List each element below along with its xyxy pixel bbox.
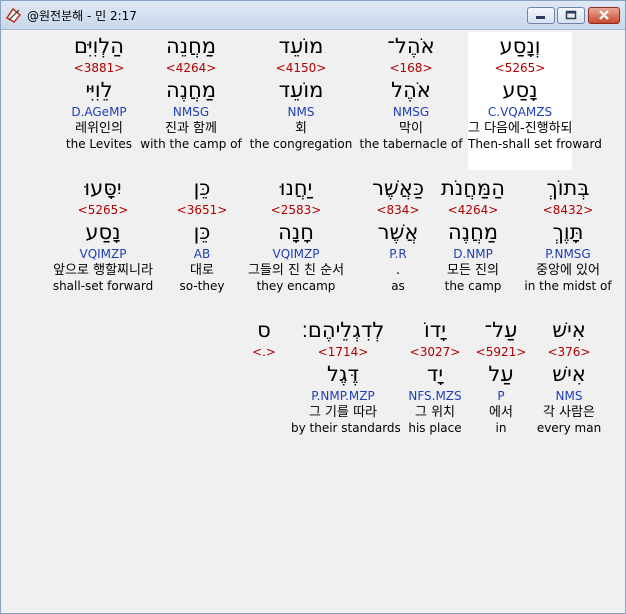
- english-gloss: [212, 421, 316, 436]
- word-cell[interactable]: וְנָסַע <5265> נָסַע C.VQAMZS 그 다음에-진행하되…: [468, 32, 602, 170]
- korean-gloss: 그 위치: [414, 405, 455, 420]
- lemma-word: תָּוֶךְ: [552, 220, 584, 244]
- parse-code: NFS.MZS: [408, 389, 462, 403]
- strong-number[interactable]: <8432>: [516, 202, 620, 218]
- english-gloss: the Levites: [65, 137, 133, 151]
- close-button[interactable]: [588, 7, 620, 24]
- lemma-word: [212, 360, 316, 388]
- korean-gloss: 중앙에 있어: [536, 263, 600, 278]
- app-icon: [5, 7, 22, 24]
- parse-code: D.AGeMP: [71, 105, 127, 119]
- parse-code: NMSG: [392, 105, 430, 119]
- hebrew-word: יִסָּעוּ: [84, 176, 122, 200]
- word-cell[interactable]: הַלְוִיִּם <3881> לֵוִיִּי D.AGeMP 레위인의 …: [47, 32, 151, 152]
- strong-number[interactable]: <4264>: [139, 60, 243, 76]
- strong-number[interactable]: <4150>: [249, 60, 353, 76]
- word-cell[interactable]: מוֹעֵד <4150> מוֹעֵד NMS 회 the congregat…: [249, 32, 353, 152]
- hebrew-word: בְּתוֹךְ: [546, 176, 590, 200]
- lemma-word: נָסַע: [502, 78, 538, 102]
- word-cell[interactable]: מַחֲנֵה <4264> מַחֲנֶה NMSG 진과 함께 with t…: [139, 32, 243, 152]
- lemma-word: כֵּן: [193, 220, 211, 244]
- hebrew-word: יַחֲנוּ: [279, 176, 313, 200]
- korean-gloss: .: [395, 263, 401, 278]
- minimize-button[interactable]: [527, 7, 555, 24]
- english-gloss: shall-set forward: [52, 279, 154, 293]
- maximize-icon: [565, 10, 577, 20]
- word-cell[interactable]: יִסָּעוּ <5265> נָסַע VQIMZP 앞으로 행할찌니라 s…: [51, 174, 155, 294]
- korean-gloss: 그들의 진 친 순서: [247, 263, 345, 278]
- korean-gloss: [212, 404, 316, 421]
- parse-code: NMSG: [172, 105, 210, 119]
- word-cell[interactable]: יַחֲנוּ <2583> חָנָה VQIMZP 그들의 진 친 순서 t…: [244, 174, 348, 294]
- strong-number[interactable]: <3881>: [47, 60, 151, 76]
- app-window: @원전분해 - 민 2:17 וְנָסַע <5265> נָסַע C.VQ…: [0, 0, 626, 614]
- lemma-word: חָנָה: [278, 220, 314, 244]
- strong-number[interactable]: <5265>: [51, 202, 155, 218]
- strong-number[interactable]: <834>: [346, 202, 450, 218]
- word-cell[interactable]: אֹהֶל־ <168> אֹהֶל NMSG 막이 the tabernacl…: [359, 32, 463, 152]
- korean-gloss: 대로: [190, 263, 214, 278]
- window-title: @원전분해 - 민 2:17: [27, 9, 137, 23]
- minimize-icon: [536, 16, 545, 19]
- lemma-word: לֵוִיִּי: [85, 78, 113, 102]
- lemma-word: יָד: [426, 362, 444, 386]
- parse-code: P.NMSG: [545, 247, 591, 261]
- hebrew-word: כַּאֲשֶׁר: [372, 176, 424, 200]
- maximize-button[interactable]: [557, 7, 585, 24]
- parse-code: [212, 388, 316, 404]
- strong-number[interactable]: <3027>: [383, 344, 487, 360]
- strong-number[interactable]: <3651>: [150, 202, 254, 218]
- close-icon: [599, 10, 609, 20]
- parse-code: NMS: [287, 105, 315, 119]
- hebrew-word: הַלְוִיִּם: [73, 34, 124, 58]
- korean-gloss: 막이: [399, 121, 423, 136]
- parse-code: P.R: [389, 247, 407, 261]
- strong-number[interactable]: <168>: [359, 60, 463, 76]
- lemma-word: מוֹעֵד: [278, 78, 324, 102]
- word-cell[interactable]: כֵּן <3651> כֵּן AB 대로 so-they: [150, 174, 254, 294]
- word-cell[interactable]: כַּאֲשֶׁר <834> אֲשֶׁר P.R . as: [346, 174, 450, 294]
- hebrew-word: ס: [257, 318, 271, 342]
- parse-code: VQIMZP: [272, 247, 320, 261]
- strong-number[interactable]: <.>: [212, 344, 316, 360]
- lemma-word: נָסַע: [85, 220, 121, 244]
- english-gloss: in the midst of: [524, 279, 612, 293]
- korean-gloss: 회: [295, 121, 307, 136]
- english-gloss: the tabernacle of: [359, 137, 463, 151]
- strong-number[interactable]: <5265>: [468, 60, 572, 76]
- parse-code: AB: [193, 247, 211, 261]
- interlinear-panel: וְנָסַע <5265> נָסַע C.VQAMZS 그 다음에-진행하되…: [7, 30, 617, 608]
- english-gloss: Then-shall set froward: [468, 137, 602, 151]
- parse-code: C.VQAMZS: [487, 105, 553, 119]
- korean-gloss: 앞으로 행할찌니라: [53, 263, 153, 278]
- hebrew-word: אֹהֶל־: [387, 34, 435, 58]
- hebrew-word: מַחֲנֵה: [165, 34, 217, 58]
- hebrew-word: יָדוֹ: [424, 318, 446, 342]
- korean-gloss: 레위인의: [75, 121, 123, 136]
- english-gloss: the congregation: [249, 137, 353, 151]
- parse-code: VQIMZP: [79, 247, 127, 261]
- korean-gloss: 진과 함께: [165, 121, 217, 136]
- word-cell[interactable]: יָדוֹ <3027> יָד NFS.MZS 그 위치 his place: [383, 316, 487, 436]
- hebrew-word: וְנָסַע: [499, 34, 541, 58]
- word-cell[interactable]: ס <.>: [212, 316, 316, 436]
- korean-gloss: 그 다음에-진행하되: [468, 121, 573, 136]
- title-bar[interactable]: @원전분해 - 민 2:17: [1, 1, 625, 30]
- lemma-word: מַחֲנֶה: [165, 78, 217, 102]
- english-gloss: they encamp: [256, 279, 336, 293]
- english-gloss: so-they: [179, 279, 225, 293]
- english-gloss: as: [391, 279, 405, 293]
- word-cell[interactable]: בְּתוֹךְ <8432> תָּוֶךְ P.NMSG 중앙에 있어 in…: [516, 174, 620, 294]
- hebrew-word: מוֹעֵד: [278, 34, 324, 58]
- strong-number[interactable]: <2583>: [244, 202, 348, 218]
- lemma-word: אֲשֶׁר: [377, 220, 419, 244]
- hebrew-word: כֵּן: [193, 176, 211, 200]
- lemma-word: אֹהֶל: [391, 78, 431, 102]
- english-gloss: with the camp of: [140, 137, 242, 151]
